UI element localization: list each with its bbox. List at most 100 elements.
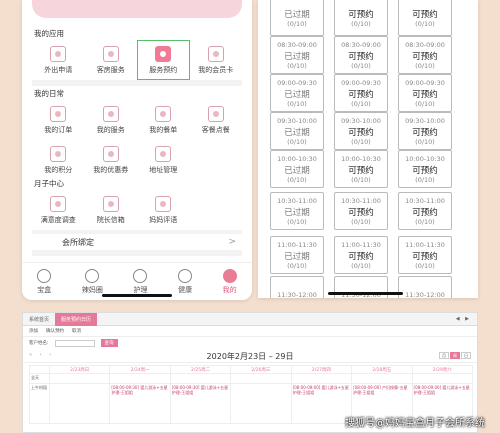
slot-expired: 10:00-10:30 已过期 (0/10) xyxy=(270,150,324,188)
app-item-my-orders[interactable]: 我的订单 xyxy=(32,100,85,140)
tab-treasure-box[interactable]: 宝盒 xyxy=(37,268,52,295)
tab-health[interactable]: 健康 xyxy=(178,268,193,295)
slot-time: 10:30-11:00 xyxy=(277,196,317,205)
slot-available[interactable]: 11:30-12:00 xyxy=(398,276,452,298)
treasure-box-icon xyxy=(37,268,52,283)
slot-available[interactable]: 08:30-09:00 可预约 (0/10) xyxy=(398,36,452,74)
calendar-event[interactable]: [08:00-09:30] 婴儿游泳+五星护理-王姐姐 xyxy=(169,383,232,424)
calendar-cell[interactable] xyxy=(169,373,232,384)
tab-care[interactable]: 护理 xyxy=(133,268,148,295)
slot-available[interactable]: 08:30-09:00 可预约 (0/10) xyxy=(334,36,388,74)
view-month[interactable]: 月 xyxy=(439,352,449,359)
calendar-column-header: 2/28周五 xyxy=(351,365,413,374)
chevron-right-icon: > xyxy=(228,237,236,247)
app-item-my-meals[interactable]: 我的餐单 xyxy=(137,100,190,140)
calendar-cell[interactable] xyxy=(230,383,292,424)
slot-available[interactable]: 09:30-10:00 可预约 (0/10) xyxy=(334,112,388,150)
tab-me[interactable]: 我的 xyxy=(222,268,237,295)
slot-available[interactable]: 10:30-11:00 可预约 (0/10) xyxy=(334,192,388,230)
cancel-button[interactable]: 取消 xyxy=(72,328,81,334)
slot-time: 08:30-09:00 xyxy=(341,40,381,49)
slot-available[interactable]: 11:00-11:30 可预约 (0/10) xyxy=(398,236,452,274)
care-icon xyxy=(133,268,148,283)
slot-status: 可预约 xyxy=(412,9,438,20)
slot-expired: 已过期 (0/10) xyxy=(270,0,324,36)
slot-time: 09:00-09:30 xyxy=(341,78,381,87)
app-item-service-appointment[interactable]: 服务预约 xyxy=(137,40,190,80)
app-item-guest-meal[interactable]: 客餐点餐 xyxy=(190,100,243,140)
app-item-room-service[interactable]: 客房服务 xyxy=(85,40,138,80)
slot-status: 可预约 xyxy=(412,207,438,218)
calendar-event[interactable]: [08:00-09:30] 婴儿游泳+五星护理-王姐姐 xyxy=(109,383,171,424)
slot-time: 08:30-09:00 xyxy=(277,40,317,49)
app-item-my-services[interactable]: 我的服务 xyxy=(85,100,138,140)
app-item-survey[interactable]: 满意度调查 xyxy=(32,190,85,230)
profile-icon xyxy=(222,268,237,283)
section-my-apps: 我的应用 外出申请 客房服务 服务预约 我的会员卡 xyxy=(32,26,242,86)
watermark: 搜狐号@妈妈宝盒月子会所系统 xyxy=(345,418,485,429)
slot-time: 09:00-09:30 xyxy=(405,78,445,87)
app-item-outing-request[interactable]: 外出申请 xyxy=(32,40,85,80)
view-week[interactable]: 周 xyxy=(450,352,460,359)
slot-time: 10:00-10:30 xyxy=(341,154,381,163)
search-button[interactable]: 查询 xyxy=(100,339,118,347)
calendar-cell[interactable] xyxy=(351,373,413,384)
view-day[interactable]: 日 xyxy=(461,352,471,359)
slot-available[interactable]: 11:00-11:30 可预约 (0/10) xyxy=(334,236,388,274)
order-icon xyxy=(50,105,67,122)
add-button[interactable]: 添加 xyxy=(29,328,38,334)
slot-count: (0/10) xyxy=(351,175,371,184)
slot-count: (0/10) xyxy=(351,61,371,70)
slot-status: 可预约 xyxy=(412,51,438,62)
slot-available[interactable]: 09:00-09:30 可预约 (0/10) xyxy=(398,74,452,112)
slot-expired: 09:00-09:30 已过期 (0/10) xyxy=(270,74,324,112)
slot-available[interactable]: 可预约 (0/10) xyxy=(398,0,452,36)
slot-status: 已过期 xyxy=(284,127,310,138)
slot-available[interactable]: 10:00-10:30 可预约 (0/10) xyxy=(398,150,452,188)
calendar-row-label: 全天 xyxy=(29,373,50,384)
slot-count: (0/10) xyxy=(415,19,435,28)
tab-system-home[interactable]: 系统首页 xyxy=(23,313,55,326)
slot-expired: 09:30-10:00 已过期 (0/10) xyxy=(270,112,324,150)
slot-available[interactable]: 09:30-10:00 可预约 (0/10) xyxy=(398,112,452,150)
calendar-cell[interactable] xyxy=(230,373,292,384)
app-item-address[interactable]: 地址管理 xyxy=(137,140,190,180)
slot-status: 可预约 xyxy=(348,9,374,20)
slot-time: 08:30-09:00 xyxy=(405,40,445,49)
calendar-column-header: 2/27周四 xyxy=(290,365,353,374)
app-item-my-points[interactable]: 我的积分 xyxy=(32,140,85,180)
mailbox-icon xyxy=(102,195,119,212)
slot-row: 10:30-11:00 已过期 (0/10) 10:30-11:00 可预约 (0/10)… xyxy=(270,192,466,230)
tab-nav-arrows[interactable]: ◀ ▶ xyxy=(456,316,477,322)
slot-time: 11:30-12:00 xyxy=(277,290,317,299)
toolbar: 添加 确认预约 取消 xyxy=(23,326,477,337)
slot-available[interactable]: 10:00-10:30 可预约 (0/10) xyxy=(334,150,388,188)
slot-count: (0/10) xyxy=(287,217,307,226)
app-item-member-card[interactable]: 我的会员卡 xyxy=(190,40,243,80)
slot-available[interactable]: 可预约 (0/10) xyxy=(334,0,388,36)
slot-time: 09:30-10:00 xyxy=(277,116,317,125)
section-title: 我的应用 xyxy=(34,29,64,38)
confirm-button[interactable]: 确认预约 xyxy=(46,328,64,334)
club-binding-row[interactable]: 会所绑定 > xyxy=(32,234,242,256)
slot-available[interactable]: 09:00-09:30 可预约 (0/10) xyxy=(334,74,388,112)
app-item-my-coupons[interactable]: 我的优惠券 xyxy=(85,140,138,180)
calendar-event[interactable]: [08:00-09:00] 婴儿游泳+五星护理-王姐姐 xyxy=(290,383,353,424)
app-item-director-mailbox[interactable]: 院长信箱 xyxy=(85,190,138,230)
slot-count: (0/10) xyxy=(415,261,435,270)
app-item-mom-comments[interactable]: 妈妈评语 xyxy=(137,190,190,230)
calendar-cell[interactable] xyxy=(109,373,171,384)
calendar-cell[interactable] xyxy=(290,373,353,384)
slot-status: 已过期 xyxy=(284,251,310,262)
filter-bar: 客户姓名: 查询 xyxy=(23,337,477,349)
calendar-column-header xyxy=(29,365,50,374)
tab-service-calendar[interactable]: 服务预约日历 xyxy=(55,313,98,326)
calendar-cell[interactable] xyxy=(48,383,111,424)
slot-time: 10:00-10:30 xyxy=(277,154,317,163)
customer-name-input[interactable] xyxy=(54,339,95,347)
slot-time: 11:00-11:30 xyxy=(405,240,445,249)
calendar-cell[interactable] xyxy=(411,373,474,384)
slot-available[interactable]: 10:30-11:00 可预约 (0/10) xyxy=(398,192,452,230)
calendar-cell[interactable] xyxy=(48,373,111,384)
tab-mom-circle[interactable]: 辣妈圈 xyxy=(82,268,103,295)
